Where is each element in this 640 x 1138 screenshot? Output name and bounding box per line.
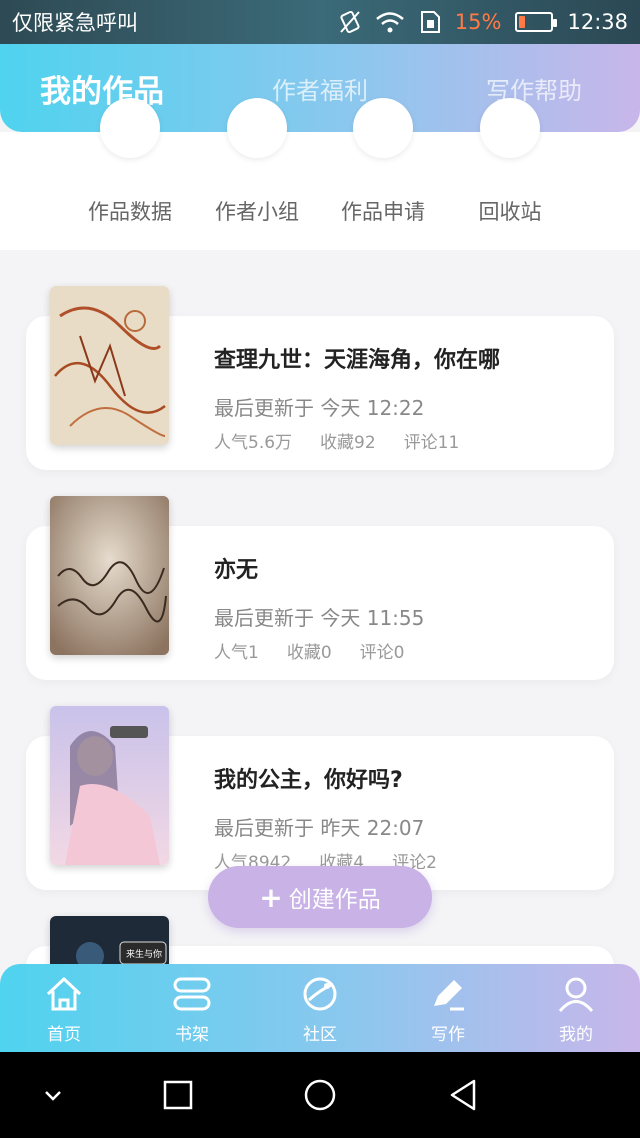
- create-work-label: 创建作品: [288, 887, 381, 913]
- wifi-icon: [375, 12, 404, 33]
- nav-community[interactable]: 社区: [256, 964, 384, 1052]
- cover-text: 来生与你: [126, 948, 162, 960]
- nav-label: 我的: [559, 1025, 593, 1045]
- work-comments: 评论0: [359, 643, 405, 663]
- nav-label: 书架: [175, 1025, 209, 1045]
- quick-item-recycle-bin[interactable]: 回收站: [450, 98, 570, 250]
- author-group-icon: [227, 98, 287, 158]
- planet-icon: [303, 977, 337, 1011]
- nav-label: 社区: [303, 1025, 337, 1045]
- work-title: 我的公主，你好吗?: [214, 768, 403, 793]
- bookshelf-icon: [173, 977, 211, 1011]
- battery-fill: [519, 16, 525, 28]
- nav-me[interactable]: 我的: [512, 964, 640, 1052]
- nav-write[interactable]: 写作: [384, 964, 512, 1052]
- system-nav-bar: [0, 1052, 640, 1138]
- quick-item-label: 回收站: [478, 200, 542, 224]
- work-item[interactable]: 亦无 最后更新于 今天 11:55 人气1 收藏0 评论0: [0, 496, 640, 686]
- home-button-icon[interactable]: [297, 1072, 343, 1118]
- quick-item-label: 作者小组: [215, 200, 299, 224]
- quick-item-work-data[interactable]: 作品数据: [70, 98, 190, 250]
- work-stats: 人气1 收藏0 评论0: [214, 638, 404, 663]
- vibrate-icon: [340, 10, 360, 34]
- pen-icon: [434, 980, 464, 1011]
- work-data-icon: [100, 98, 160, 158]
- clock: 12:38: [567, 10, 628, 34]
- book-cover[interactable]: [50, 706, 169, 865]
- status-indicators: 15% 12:38: [339, 10, 628, 34]
- quick-item-work-application[interactable]: 作品申请: [323, 98, 443, 250]
- status-bar: 仅限紧急呼叫 15% 12:38: [0, 0, 640, 44]
- quick-item-label: 作品数据: [88, 200, 172, 224]
- battery-percent: 15%: [454, 10, 502, 34]
- quick-menu: 作品数据 作者小组 作品申请 回收站: [0, 98, 640, 250]
- home-icon: [46, 977, 82, 1011]
- bottom-nav: 首页 书架 社区 写作 我的: [0, 964, 640, 1052]
- work-application-icon: [353, 98, 413, 158]
- book-cover[interactable]: [50, 286, 169, 445]
- work-favorites: 收藏0: [286, 643, 332, 663]
- chevron-down-icon[interactable]: [30, 1072, 76, 1118]
- user-icon: [558, 977, 594, 1013]
- work-stats: 人气5.6万 收藏92 评论11: [214, 428, 459, 453]
- quick-item-label: 作品申请: [341, 200, 425, 224]
- work-updated: 最后更新于 今天 12:22: [214, 396, 425, 420]
- work-title: 查理九世：天涯海角，你在哪: [214, 348, 501, 373]
- nav-home[interactable]: 首页: [0, 964, 128, 1052]
- sim-icon: [420, 11, 440, 33]
- work-updated: 最后更新于 今天 11:55: [214, 606, 425, 630]
- book-cover[interactable]: [50, 496, 169, 655]
- work-popularity: 人气5.6万: [214, 433, 293, 453]
- recycle-bin-icon: [480, 98, 540, 158]
- work-updated: 最后更新于 昨天 22:07: [214, 816, 425, 840]
- nav-label: 首页: [47, 1025, 81, 1045]
- back-icon[interactable]: [440, 1072, 486, 1118]
- create-work-button[interactable]: + 创建作品: [208, 866, 432, 928]
- carrier-label: 仅限紧急呼叫: [12, 11, 138, 35]
- work-title: 亦无: [214, 558, 259, 583]
- work-comments: 评论11: [403, 433, 460, 453]
- quick-item-author-group[interactable]: 作者小组: [197, 98, 317, 250]
- nav-label: 写作: [431, 1025, 465, 1045]
- work-item[interactable]: 查理九世：天涯海角，你在哪 最后更新于 今天 12:22 人气5.6万 收藏92…: [0, 286, 640, 476]
- work-popularity: 人气1: [214, 643, 259, 663]
- plus-icon: +: [259, 880, 283, 914]
- recent-apps-icon[interactable]: [155, 1072, 201, 1118]
- battery-icon: [515, 12, 558, 32]
- nav-bookshelf[interactable]: 书架: [128, 964, 256, 1052]
- header-tabs: 我的作品 作者福利 写作帮助: [0, 44, 640, 132]
- work-favorites: 收藏92: [320, 433, 376, 453]
